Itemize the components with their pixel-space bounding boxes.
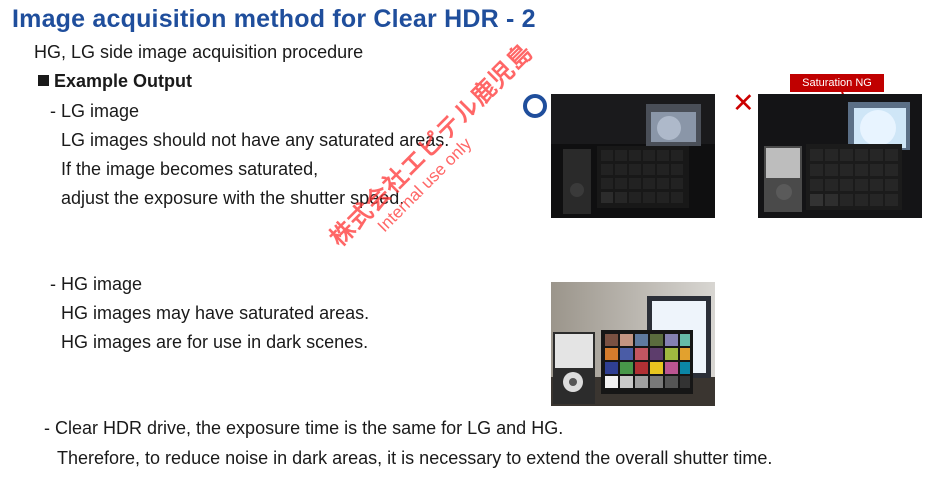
hg-line-1: HG images may have saturated areas. bbox=[61, 303, 370, 323]
ok-circle-icon bbox=[523, 94, 547, 118]
hg-image bbox=[551, 282, 715, 406]
section-heading: Example Output bbox=[38, 71, 192, 92]
lg-line-2: If the image becomes saturated, bbox=[61, 159, 319, 179]
footer-line-2: Therefore, to reduce noise in dark areas… bbox=[57, 448, 773, 468]
section-heading-text: Example Output bbox=[54, 71, 193, 91]
subtitle: HG, LG side image acquisition procedure bbox=[34, 42, 364, 62]
hg-line-2: HG images are for use in dark scenes. bbox=[61, 332, 369, 352]
hg-label: - HG image bbox=[50, 274, 143, 294]
page-title: Image acquisition method for Clear HDR -… bbox=[12, 5, 536, 33]
lg-label: - LG image bbox=[50, 101, 140, 121]
square-bullet-icon bbox=[38, 75, 49, 86]
ng-cross-icon: ✕ bbox=[732, 88, 755, 119]
lg-line-1: LG images should not have any saturated … bbox=[61, 130, 450, 150]
lg-ng-image bbox=[758, 94, 922, 218]
lg-ok-image bbox=[551, 94, 715, 218]
footer-line-1: - Clear HDR drive, the exposure time is … bbox=[44, 418, 564, 438]
